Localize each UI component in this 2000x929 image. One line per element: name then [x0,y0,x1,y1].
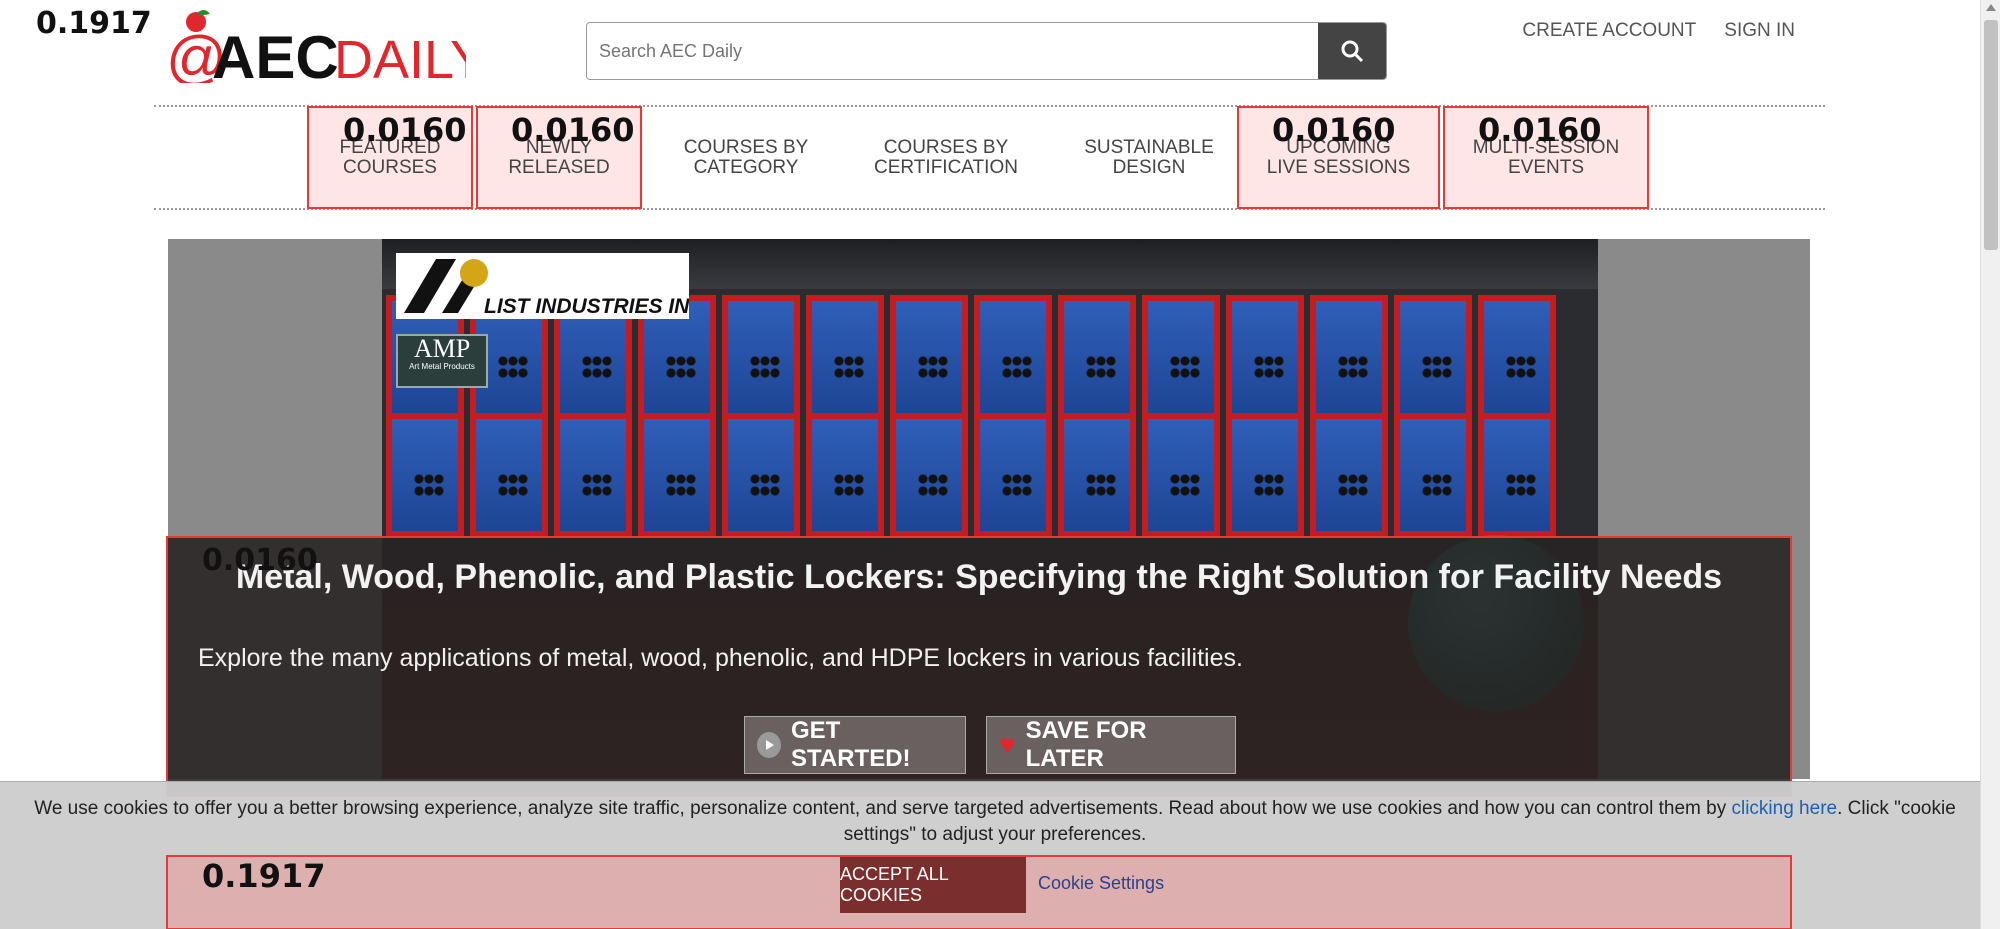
locker-column [1058,295,1136,537]
save-for-later-button[interactable]: ♥ SAVE FOR LATER [986,716,1236,774]
hero-overlay: Metal, Wood, Phenolic, and Plastic Locke… [166,536,1792,797]
hero-subtitle: Explore the many applications of metal, … [198,644,1243,672]
nav-courses-by-category[interactable]: COURSES BY CATEGORY [666,106,826,209]
accept-all-cookies-button[interactable]: ACCEPT ALL COOKIES [840,857,1026,913]
nav-sustainable-design[interactable]: SUSTAINABLE DESIGN [1068,106,1230,209]
page: 0.1917 @ AEC DAILY CREATE ACCOUNT SIGN I… [0,0,2000,929]
locker-column [890,295,968,537]
cookie-policy-link[interactable]: clicking here [1731,798,1837,819]
account-links: CREATE ACCOUNT SIGN IN [1522,20,1795,42]
page-score: 0.1917 [36,6,152,41]
amp-logo-text: AMP [413,334,471,363]
locker-column [638,295,716,537]
cookie-text-before: We use cookies to offer you a better bro… [34,798,1732,819]
nav-category-label: COURSES BY CATEGORY [683,136,809,178]
create-account-link[interactable]: CREATE ACCOUNT [1522,20,1696,42]
upcoming-score: 0.0160 [1272,111,1396,149]
cookie-message: We use cookies to offer you a better bro… [30,796,1960,848]
cookie-score: 0.1917 [202,857,326,895]
search-input[interactable] [587,23,1318,79]
page-scrollbar[interactable] [1980,0,2000,929]
locker-column [1478,295,1556,537]
save-for-later-label: SAVE FOR LATER [1025,717,1147,772]
locker-column [974,295,1052,537]
logo-aec: AEC [212,24,339,83]
locker-row [382,295,1598,537]
locker-column [1394,295,1472,537]
list-industries-logo: LIST INDUSTRIES INC. [396,253,710,319]
locker-column [1226,295,1304,537]
play-icon [757,732,781,758]
amp-logo-subtext: Art Metal Products [409,362,475,371]
cookie-banner: We use cookies to offer you a better bro… [0,781,1980,929]
locker-column [386,295,464,537]
nav-certification-label: COURSES BY CERTIFICATION [874,136,1018,178]
locker-column [554,295,632,537]
get-started-button[interactable]: GET STARTED! [744,716,966,774]
locker-column [470,295,548,537]
locker-column [806,295,884,537]
featured-score: 0.0160 [343,111,467,149]
newly-score: 0.0160 [511,111,635,149]
amp-logo: AMP Art Metal Products [396,334,488,388]
search-icon [1341,40,1364,63]
hero-title[interactable]: Metal, Wood, Phenolic, and Plastic Locke… [168,558,1790,597]
locker-column [1142,295,1220,537]
search-bar [586,22,1387,80]
scroll-up-icon[interactable] [1986,4,1996,11]
nav-sustainable-label: SUSTAINABLE DESIGN [1084,136,1214,178]
multi-score: 0.0160 [1478,111,1602,149]
get-started-label: GET STARTED! [791,717,911,772]
cookie-actions: ACCEPT ALL COOKIES Cookie Settings [166,855,1792,929]
heart-icon: ♥ [999,729,1016,760]
cookie-settings-link[interactable]: Cookie Settings [1038,873,1164,894]
nav-courses-by-certification[interactable]: COURSES BY CERTIFICATION [856,106,1036,209]
list-industries-text: LIST INDUSTRIES INC. [484,295,689,318]
locker-column [722,295,800,537]
scrollbar-thumb[interactable] [1984,20,1998,250]
locker-column [1310,295,1388,537]
aec-daily-logo[interactable]: @ AEC DAILY [166,8,486,91]
logo-daily: DAILY [334,30,466,83]
hero-score: 0.0160 [202,543,318,578]
sign-in-link[interactable]: SIGN IN [1724,20,1795,42]
search-button[interactable] [1318,23,1386,79]
